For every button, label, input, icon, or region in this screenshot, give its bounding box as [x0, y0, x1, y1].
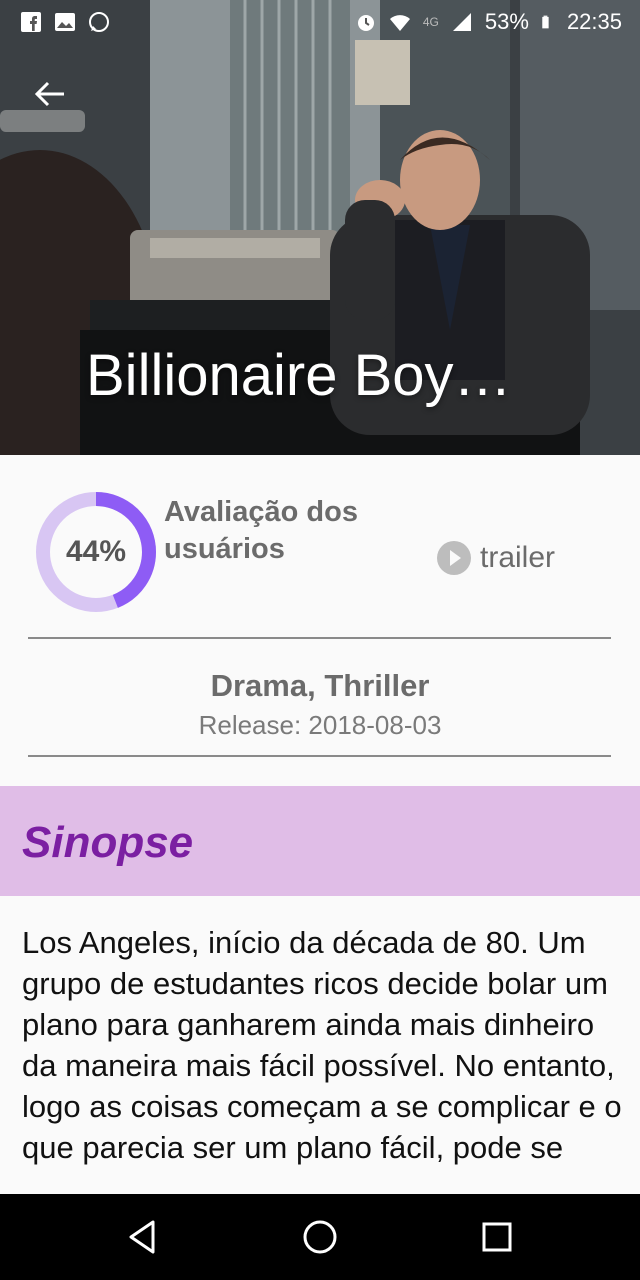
clock: 22:35 [566, 9, 622, 34]
network-type: 4G [422, 15, 439, 29]
wifi-icon [389, 15, 410, 31]
whatsapp-icon [89, 12, 109, 32]
alarm-icon [357, 15, 374, 31]
divider [28, 755, 611, 757]
hero-backdrop: 4G 53% 22:35 Billionaire Boy… [0, 0, 640, 455]
recents-nav-icon[interactable] [472, 1212, 522, 1262]
release-date: Release: 2018-08-03 [198, 710, 442, 740]
battery-percent: 53% [484, 9, 529, 34]
battery-icon [542, 15, 549, 29]
synopsis-heading: Sinopse [22, 818, 194, 867]
gallery-icon [55, 13, 75, 31]
status-bar: 4G 53% 22:35 [0, 0, 640, 44]
trailer-label: trailer [480, 541, 556, 574]
arrow-left-icon [34, 81, 64, 107]
rating-label: Avaliação dos usuários [164, 496, 358, 565]
movie-title: Billionaire Boy… [86, 343, 512, 408]
rating-percent: 44% [65, 535, 127, 568]
genres: Drama, Thriller [210, 668, 430, 703]
back-button[interactable] [28, 72, 72, 116]
signal-icon [452, 13, 471, 31]
divider [28, 637, 611, 639]
back-nav-icon[interactable] [117, 1212, 167, 1262]
play-icon [437, 541, 471, 575]
trailer-button[interactable]: trailer [436, 540, 555, 576]
facebook-icon [21, 12, 41, 32]
synopsis-text: Los Angeles, início da década de 80. Um … [22, 925, 622, 1165]
home-nav-icon[interactable] [295, 1212, 345, 1262]
